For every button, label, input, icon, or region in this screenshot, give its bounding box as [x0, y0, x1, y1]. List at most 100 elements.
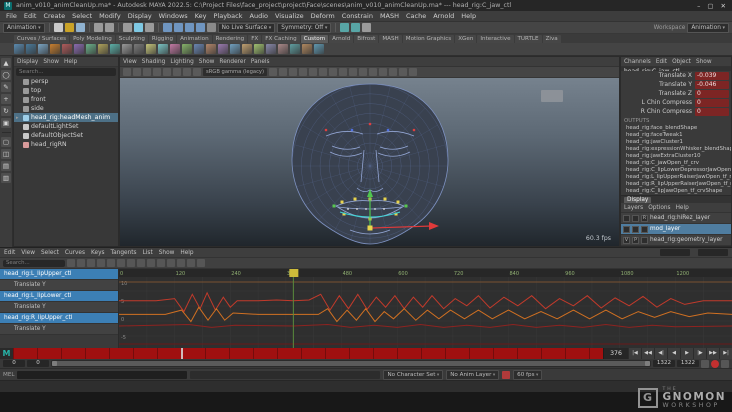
four-pane-layout-icon[interactable]: ◫ [1, 149, 11, 159]
graph-menu-curves[interactable]: Curves [65, 250, 85, 256]
layer-playback-toggle[interactable]: P [632, 236, 639, 244]
graph-channel-translate-y[interactable]: Translate Y [0, 280, 118, 291]
output-node[interactable]: head_rig:C_lipJawOpen_tf_crvShape [621, 188, 731, 195]
redo-icon[interactable] [104, 23, 114, 32]
menu-audio[interactable]: Audio [250, 12, 268, 20]
range-slider-bar[interactable] [52, 361, 650, 366]
linear-tangent-icon[interactable] [117, 259, 125, 267]
resolution-gate-icon[interactable] [279, 68, 288, 76]
wireframe-icon[interactable] [329, 68, 338, 76]
step-forward-key-button[interactable]: ▶▶ [706, 348, 719, 359]
outliner-item-defaultlightset[interactable]: defaultLightSet [14, 122, 118, 131]
menu-key[interactable]: Key [195, 12, 207, 20]
2d-pan-zoom-icon[interactable] [173, 68, 181, 76]
shelf-tab-motion-graphics[interactable]: Motion Graphics [402, 35, 455, 43]
textured-icon[interactable] [349, 68, 358, 76]
select-camera-icon[interactable] [123, 68, 131, 76]
graph-channel-head-rig-r-lipupper-ctl[interactable]: head_rig:R_lipUpper_ctl [0, 313, 118, 324]
grease-pencil-icon[interactable] [183, 68, 191, 76]
layer-playback-toggle[interactable] [632, 225, 639, 233]
shelf-icon[interactable] [230, 44, 240, 54]
snap-grid-icon[interactable] [162, 23, 172, 32]
lights-icon[interactable] [359, 68, 368, 76]
hypershade-layout-icon[interactable]: ▥ [1, 173, 11, 183]
graph-menu-select[interactable]: Select [41, 250, 59, 256]
lock-camera-icon[interactable] [133, 68, 141, 76]
graph-stat-value-field[interactable] [698, 249, 728, 256]
shelf-tab-arnold[interactable]: Arnold [329, 35, 354, 43]
shadows-icon[interactable] [369, 68, 378, 76]
viewport-menu-show[interactable]: Show [199, 59, 215, 65]
rotate-tool-icon[interactable]: ↻ [1, 106, 11, 116]
channel-value-field[interactable]: 0 [695, 89, 729, 98]
menu-select[interactable]: Select [72, 12, 92, 20]
step-back-key-button[interactable]: ◀◀ [641, 348, 654, 359]
shelf-tab-rigging[interactable]: Rigging [148, 35, 177, 43]
menu-modify[interactable]: Modify [99, 12, 121, 20]
outliner-menu-show[interactable]: Show [43, 59, 59, 65]
open-scene-icon[interactable] [64, 23, 74, 32]
output-node[interactable]: head_rig:L_lipUpperRaiserJawOpen_tf_md [621, 174, 731, 181]
shelf-tab-mash[interactable]: MASH [379, 35, 402, 43]
anim-layer-dropdown[interactable]: No Anim Layer [446, 369, 500, 380]
outliner-search-input[interactable]: Search... [16, 68, 116, 76]
workspace-dropdown[interactable]: Animation [687, 22, 729, 33]
time-snap-icon[interactable] [187, 259, 195, 267]
graph-menu-tangents[interactable]: Tangents [111, 250, 137, 256]
lattice-deform-keys-icon[interactable] [87, 259, 95, 267]
film-gate-icon[interactable] [269, 68, 278, 76]
layer-display-type-toggle[interactable] [641, 225, 648, 233]
shelf-icon[interactable] [146, 44, 156, 54]
layers-menu-options[interactable]: Options [648, 205, 670, 211]
animation-end-field[interactable]: 1322 [677, 360, 699, 367]
layer-row-head-rig-hirez-layer[interactable]: Rhead_rig:hiRez_layer [621, 213, 731, 224]
bookmarks-icon[interactable] [153, 68, 161, 76]
layer-display-type-toggle[interactable]: R [641, 214, 648, 222]
unify-tangents-icon[interactable] [177, 259, 185, 267]
animation-curves[interactable]: 0120240360480600720840960108012001320105… [118, 269, 732, 348]
safe-action-icon[interactable] [309, 68, 318, 76]
set-key-icon[interactable] [502, 370, 511, 379]
outliner-item-defaultobjectset[interactable]: defaultObjectSet [14, 131, 118, 140]
menu-display[interactable]: Display [128, 12, 152, 20]
outliner-item-head-rig-headmesh-anim[interactable]: ▸ head_rig:headMesh_anim [14, 113, 118, 122]
graph-menu-help[interactable]: Help [180, 250, 193, 256]
close-button[interactable]: ✕ [721, 2, 726, 10]
render-icon[interactable] [340, 23, 350, 32]
menu-constrain[interactable]: Constrain [342, 12, 373, 20]
animation-preferences-icon[interactable] [721, 359, 729, 368]
graph-menu-keys[interactable]: Keys [91, 250, 105, 256]
menu-deform[interactable]: Deform [311, 12, 335, 20]
go-to-start-button[interactable]: |◀ [628, 348, 641, 359]
render-settings-icon[interactable] [362, 23, 372, 32]
grid-icon[interactable] [193, 68, 201, 76]
shelf-icon[interactable] [158, 44, 168, 54]
command-line-input[interactable] [17, 370, 188, 379]
symmetry-dropdown[interactable]: Symmetry: Off [277, 22, 332, 33]
viewport-menu-renderer[interactable]: Renderer [219, 59, 245, 65]
shelf-tab-xgen[interactable]: XGen [455, 35, 477, 43]
move-nearest-key-icon[interactable] [67, 259, 75, 267]
shelf-tab-fx[interactable]: FX [248, 35, 262, 43]
move-tool-icon[interactable]: + [1, 94, 11, 104]
play-forwards-button[interactable]: ▶ [680, 348, 693, 359]
snap-point-icon[interactable] [184, 23, 194, 32]
menu-create[interactable]: Create [43, 12, 65, 20]
output-node[interactable]: head_rig:expressionWhisker_blendShape [621, 146, 731, 153]
graph-curve-area[interactable]: 0120240360480600720840960108012001320105… [118, 269, 732, 348]
graph-channel-head-rig-l-liplower-ctl[interactable]: head_rig:L_lipLower_ctl [0, 291, 118, 302]
outliner-item-head-rigrn[interactable]: head_rigRN [14, 140, 118, 149]
menu-windows[interactable]: Windows [159, 12, 188, 20]
lasso-select-tool-icon[interactable]: ◯ [1, 70, 11, 80]
playback-options-icon[interactable] [701, 359, 709, 368]
shelf-icon[interactable] [302, 44, 312, 54]
persp-outliner-layout-icon[interactable]: ▤ [1, 161, 11, 171]
shelf-icon[interactable] [206, 44, 216, 54]
snap-view-plane-icon[interactable] [195, 23, 205, 32]
character-set-dropdown[interactable]: No Character Set [383, 369, 444, 380]
break-tangents-icon[interactable] [167, 259, 175, 267]
viewport-menu-panels[interactable]: Panels [251, 59, 270, 65]
insert-keys-icon[interactable] [77, 259, 85, 267]
auto-tangent-icon[interactable] [157, 259, 165, 267]
spline-tangent-icon[interactable] [97, 259, 105, 267]
